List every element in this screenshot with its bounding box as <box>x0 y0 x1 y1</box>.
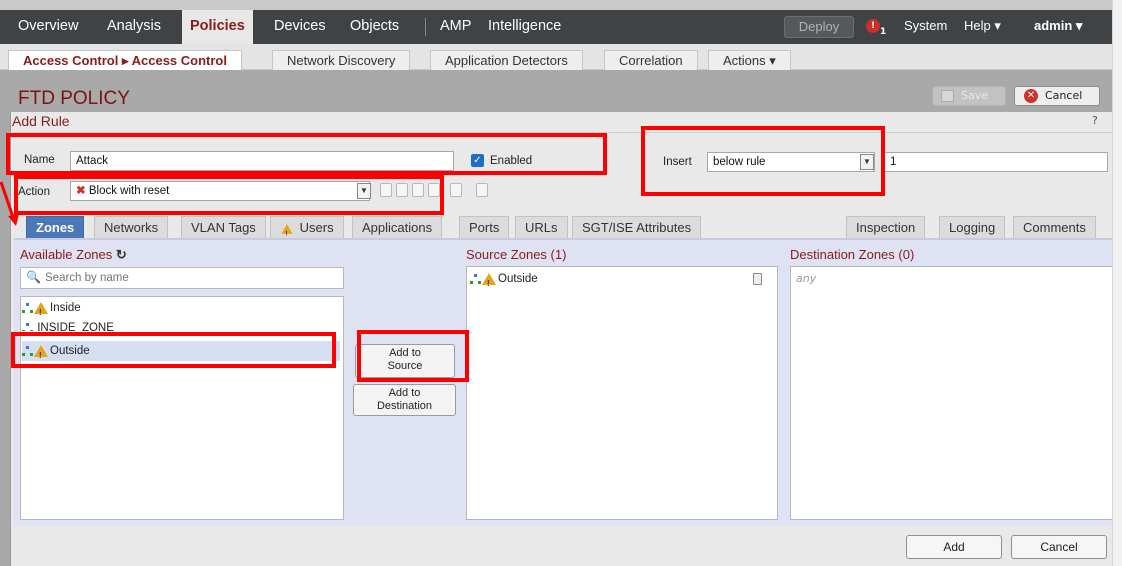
source-zones-list <box>466 266 778 520</box>
subnav-network-discovery[interactable]: Network Discovery <box>272 50 411 70</box>
warning-icon <box>482 272 496 294</box>
subnav-correlation[interactable]: Correlation <box>604 50 698 70</box>
available-zones-heading: Available Zones ↻ <box>20 247 127 263</box>
floppy-icon <box>941 90 954 102</box>
deploy-button[interactable]: Deploy <box>784 16 854 38</box>
nav-policies[interactable]: Policies <box>182 10 253 44</box>
add-to-destination-button[interactable]: Add to Destination <box>353 384 456 416</box>
page-title: FTD POLICY <box>18 88 130 109</box>
arrow-head <box>8 214 19 226</box>
annotation-arrow <box>0 181 19 226</box>
network-icon <box>22 322 33 331</box>
zone-name: INSIDE_ZONE <box>37 322 114 331</box>
chevron-down-icon: ▾ <box>1075 18 1083 33</box>
dialog-title: Add Rule <box>12 113 70 129</box>
close-icon: ✕ <box>1024 89 1038 103</box>
subnav-access-control[interactable]: Access Control ▸ Access Control <box>8 50 242 70</box>
zone-search[interactable]: 🔍 <box>20 267 344 289</box>
save-button[interactable]: Save <box>932 86 1006 106</box>
zone-name: Inside <box>50 302 81 314</box>
tab-ports[interactable]: Ports <box>459 216 510 238</box>
warning-icon <box>281 223 293 242</box>
tab-users[interactable]: Users <box>270 216 344 242</box>
nav-devices[interactable]: Devices <box>274 10 326 44</box>
network-icon <box>22 302 33 313</box>
tab-users-label: Users <box>299 220 334 235</box>
alert-icon[interactable]: ! <box>866 19 880 33</box>
tab-inspection[interactable]: Inspection <box>846 216 926 238</box>
scrollbar[interactable] <box>1112 0 1122 566</box>
chevron-down-icon: ▾ <box>769 53 776 68</box>
tab-zones[interactable]: Zones <box>26 216 85 238</box>
search-icon: 🔍 <box>26 270 41 284</box>
tab-networks[interactable]: Networks <box>94 216 169 238</box>
source-zones-heading: Source Zones (1) <box>466 247 567 262</box>
zone-name: Outside <box>498 273 538 285</box>
network-icon <box>470 273 481 284</box>
zone-search-input[interactable] <box>45 269 335 287</box>
nav-user-label: admin <box>1034 18 1073 33</box>
trash-icon[interactable] <box>753 273 762 285</box>
annotation-action-box <box>14 175 444 215</box>
tab-logging[interactable]: Logging <box>939 216 1006 238</box>
subnav-application-detectors[interactable]: Application Detectors <box>430 50 583 70</box>
nav-system[interactable]: System <box>904 10 947 44</box>
nav-divider <box>425 18 426 36</box>
annotation-outside-box <box>11 332 336 368</box>
nav-help[interactable]: Help ▾ <box>964 10 1001 44</box>
add-button[interactable]: Add <box>906 535 1002 559</box>
insert-rule-number[interactable]: 1 <box>884 152 1108 172</box>
sub-nav: Access Control ▸ Access Control Network … <box>0 44 1112 70</box>
nav-intelligence[interactable]: Intelligence <box>488 10 561 44</box>
list-item[interactable]: INSIDE_ZONE <box>22 319 340 331</box>
tab-applications[interactable]: Applications <box>352 216 443 238</box>
nav-user-menu[interactable]: admin ▾ <box>1034 10 1082 44</box>
warning-icon <box>34 301 48 323</box>
arrow-shaft <box>0 181 16 221</box>
tab-sgt-ise-attributes[interactable]: SGT/ISE Attributes <box>572 216 702 238</box>
nav-overview[interactable]: Overview <box>18 10 78 44</box>
alert-count: 1 <box>880 27 887 37</box>
list-item[interactable]: Outside <box>470 269 770 294</box>
list-item[interactable]: Inside <box>22 298 340 323</box>
main-nav: Overview Analysis Policies Devices Objec… <box>0 10 1112 44</box>
save-label: Save <box>961 89 989 102</box>
cancel-button[interactable]: Cancel <box>1011 535 1107 559</box>
tab-urls[interactable]: URLs <box>515 216 568 238</box>
annotation-name-box <box>6 133 607 175</box>
nav-analysis[interactable]: Analysis <box>107 10 161 44</box>
available-zones-heading-label: Available Zones <box>20 247 113 262</box>
nav-help-label: Help <box>964 18 991 33</box>
chevron-down-icon: ▾ <box>994 18 1001 33</box>
subnav-actions[interactable]: Actions ▾ <box>708 50 791 70</box>
policy-cancel-button[interactable]: ✕ Cancel <box>1014 86 1100 106</box>
document-icon[interactable] <box>450 183 462 197</box>
window-top-strip <box>0 0 1122 10</box>
destination-zones-heading: Destination Zones (0) <box>790 247 915 262</box>
annotation-insert-box <box>641 126 885 196</box>
nav-objects[interactable]: Objects <box>350 10 399 44</box>
destination-zones-list <box>790 266 1114 520</box>
destination-empty-placeholder: any <box>796 272 817 285</box>
help-icon[interactable]: ? <box>1092 114 1098 127</box>
blank-icon[interactable] <box>476 183 488 197</box>
refresh-icon[interactable]: ↻ <box>116 247 127 262</box>
tab-comments[interactable]: Comments <box>1013 216 1096 238</box>
tab-vlan-tags[interactable]: VLAN Tags <box>181 216 266 238</box>
subnav-actions-label: Actions <box>723 53 766 68</box>
annotation-add-source-box <box>357 330 469 382</box>
policy-cancel-label: Cancel <box>1045 89 1083 102</box>
nav-amp[interactable]: AMP <box>440 10 471 44</box>
